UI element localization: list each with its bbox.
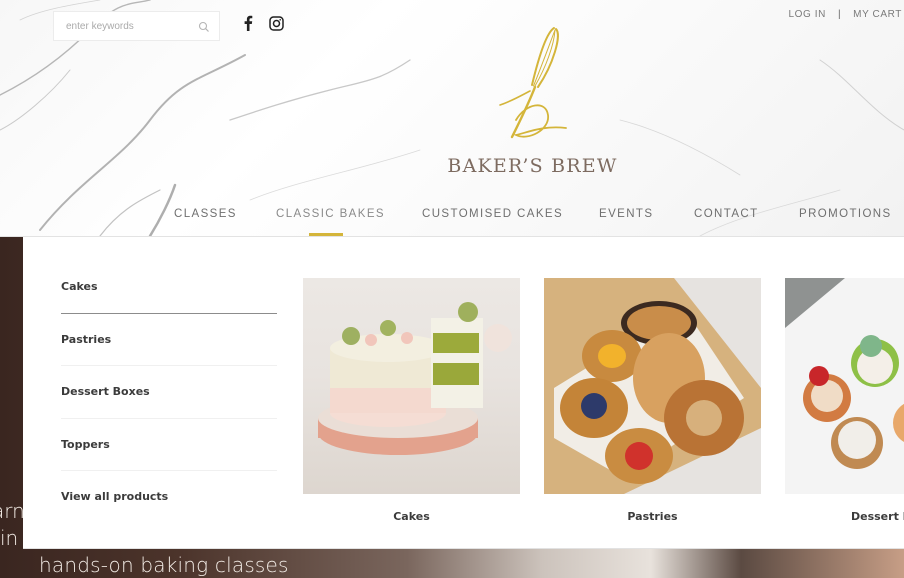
- card-label[interactable]: Dessert Boxes: [785, 510, 904, 523]
- category-card-dessert-boxes[interactable]: Dessert Boxes: [785, 278, 904, 523]
- whisk-b-logo-icon: [499, 27, 567, 139]
- nav-classes[interactable]: CLASSES: [174, 208, 237, 220]
- dessert-boxes-image[interactable]: [785, 278, 904, 494]
- category-card-pastries[interactable]: Pastries: [544, 278, 761, 523]
- logo-text: BAKER’S BREW: [447, 155, 618, 177]
- login-link[interactable]: LOG IN: [788, 9, 826, 20]
- menu-item-toppers[interactable]: Toppers: [61, 419, 277, 471]
- menu-item-pastries[interactable]: Pastries: [61, 314, 277, 366]
- link-separator: |: [837, 9, 842, 20]
- main-nav: CLASSES CLASSIC BAKES CUSTOMISED CAKES E…: [0, 208, 904, 236]
- card-label[interactable]: Pastries: [544, 510, 761, 523]
- menu-item-dessert-boxes[interactable]: Dessert Boxes: [61, 366, 277, 419]
- hero-text-line: arn: [0, 499, 25, 523]
- hero-text-line: in: [0, 526, 19, 550]
- nav-promotions[interactable]: PROMOTIONS: [799, 208, 892, 220]
- my-cart-link[interactable]: MY CART: [853, 9, 902, 20]
- instagram-icon[interactable]: [267, 14, 285, 32]
- site-header: LOG IN | MY CART BAKER’S BREW CLASSES CL…: [0, 0, 904, 236]
- nav-customised-cakes[interactable]: CUSTOMISED CAKES: [422, 208, 563, 220]
- card-label[interactable]: Cakes: [303, 510, 520, 523]
- account-links: LOG IN | MY CART: [788, 9, 902, 20]
- search-input[interactable]: [66, 20, 198, 32]
- classic-bakes-dropdown: Cakes Pastries Dessert Boxes Toppers Vie…: [23, 237, 904, 549]
- category-card-cakes[interactable]: Cakes: [303, 278, 520, 523]
- pastries-image[interactable]: [544, 278, 761, 494]
- facebook-icon[interactable]: [239, 14, 257, 32]
- search-icon[interactable]: [198, 20, 210, 32]
- menu-item-cakes[interactable]: Cakes: [61, 261, 277, 314]
- cakes-image[interactable]: [303, 278, 520, 494]
- hero-text-line: hands-on baking classes: [39, 553, 289, 577]
- site-logo[interactable]: BAKER’S BREW: [445, 25, 620, 185]
- category-list: Cakes Pastries Dessert Boxes Toppers Vie…: [61, 261, 277, 524]
- nav-contact[interactable]: CONTACT: [694, 208, 759, 220]
- menu-item-view-all-products[interactable]: View all products: [61, 471, 277, 524]
- nav-classic-bakes[interactable]: CLASSIC BAKES: [276, 208, 385, 220]
- search-box[interactable]: [53, 11, 220, 41]
- nav-events[interactable]: EVENTS: [599, 208, 653, 220]
